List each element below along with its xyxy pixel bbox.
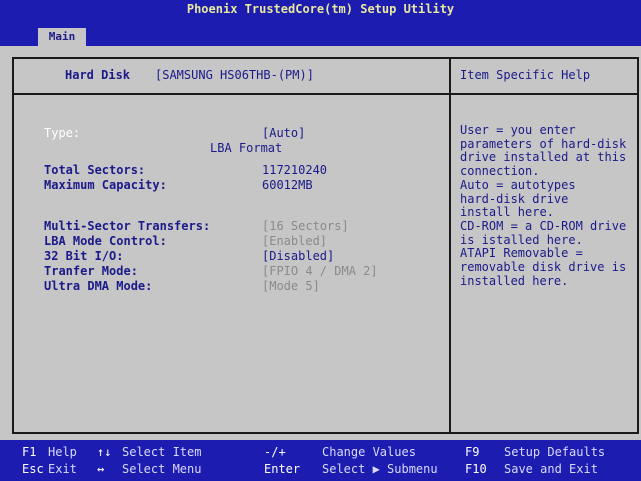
transfer-mode-value[interactable]: [FPIO 4 / DMA 2] (262, 264, 378, 278)
key-f10: F10 (465, 462, 487, 476)
key-f9: F9 (465, 445, 480, 459)
type-value[interactable]: [Auto] (262, 126, 305, 140)
help-line: connection. (460, 164, 540, 179)
key-f10-action: Save and Exit (504, 462, 598, 476)
key-minus-plus: -/+ (264, 445, 286, 459)
help-title: Item Specific Help (460, 68, 591, 82)
transfer-mode-label: Tranfer Mode: (44, 264, 138, 278)
key-minus-plus-action: Change Values (322, 445, 416, 459)
help-line: User = you enter (460, 124, 576, 137)
lba-format-text: LBA Format (210, 141, 283, 155)
help-line: CD-ROM = a CD-ROM drive (460, 218, 627, 233)
udma-mode-label: Ultra DMA Mode: (44, 279, 153, 293)
tab-bar: Main (0, 18, 641, 46)
bit32-label: 32 Bit I/O: (44, 249, 124, 263)
help-line: removable disk drive is (460, 260, 627, 275)
panel-divider-horizontal (12, 93, 639, 95)
hard-disk-model: [SAMSUNG HS06THB-(PM)] (155, 68, 314, 82)
help-line: Auto = autotypes (460, 177, 576, 192)
help-line: installed here. (460, 273, 569, 288)
key-updown: ↑↓ (97, 445, 112, 459)
window-title: Phoenix TrustedCore(tm) Setup Utility (0, 0, 641, 18)
multi-sector-value[interactable]: [16 Sectors] (262, 219, 349, 233)
key-enter-action: Select ▶ Submenu (322, 462, 438, 476)
panel-divider-vertical (449, 57, 451, 434)
key-esc-action: Exit (48, 462, 77, 476)
key-updown-action: Select Item (122, 445, 202, 459)
lba-mode-value[interactable]: [Enabled] (262, 234, 327, 248)
max-capacity-label: Maximum Capacity: (44, 178, 167, 192)
lba-mode-label: LBA Mode Control: (44, 234, 167, 248)
key-leftright-action: Select Menu (122, 462, 202, 476)
help-line: parameters of hard-disk (460, 136, 627, 151)
help-text: User = you enter parameters of hard-disk… (460, 124, 636, 288)
help-line: hard-disk drive (460, 191, 569, 206)
help-line: ATAPI Removable = (460, 246, 583, 261)
udma-mode-value[interactable]: [Mode 5] (262, 279, 320, 293)
help-line: is istalled here. (460, 232, 583, 247)
key-f1: F1 (22, 445, 37, 459)
help-line: drive installed at this (460, 150, 627, 165)
key-legend-footer: F1 Help ↑↓ Select Item -/+ Change Values… (0, 440, 641, 481)
key-f9-action: Setup Defaults (504, 445, 606, 459)
key-enter: Enter (264, 462, 301, 476)
total-sectors-label: Total Sectors: (44, 163, 146, 177)
key-esc: Esc (22, 462, 44, 476)
max-capacity-value: 60012MB (262, 178, 313, 192)
tab-main[interactable]: Main (38, 28, 86, 46)
key-f1-action: Help (48, 445, 77, 459)
type-label[interactable]: Type: (44, 126, 80, 140)
bit32-value[interactable]: [Disabled] (262, 249, 334, 263)
key-leftright: ↔ (97, 462, 105, 476)
multi-sector-label: Multi-Sector Transfers: (44, 219, 211, 233)
hard-disk-label: Hard Disk (65, 68, 131, 82)
help-line: install here. (460, 205, 554, 220)
total-sectors-value: 117210240 (262, 163, 328, 177)
